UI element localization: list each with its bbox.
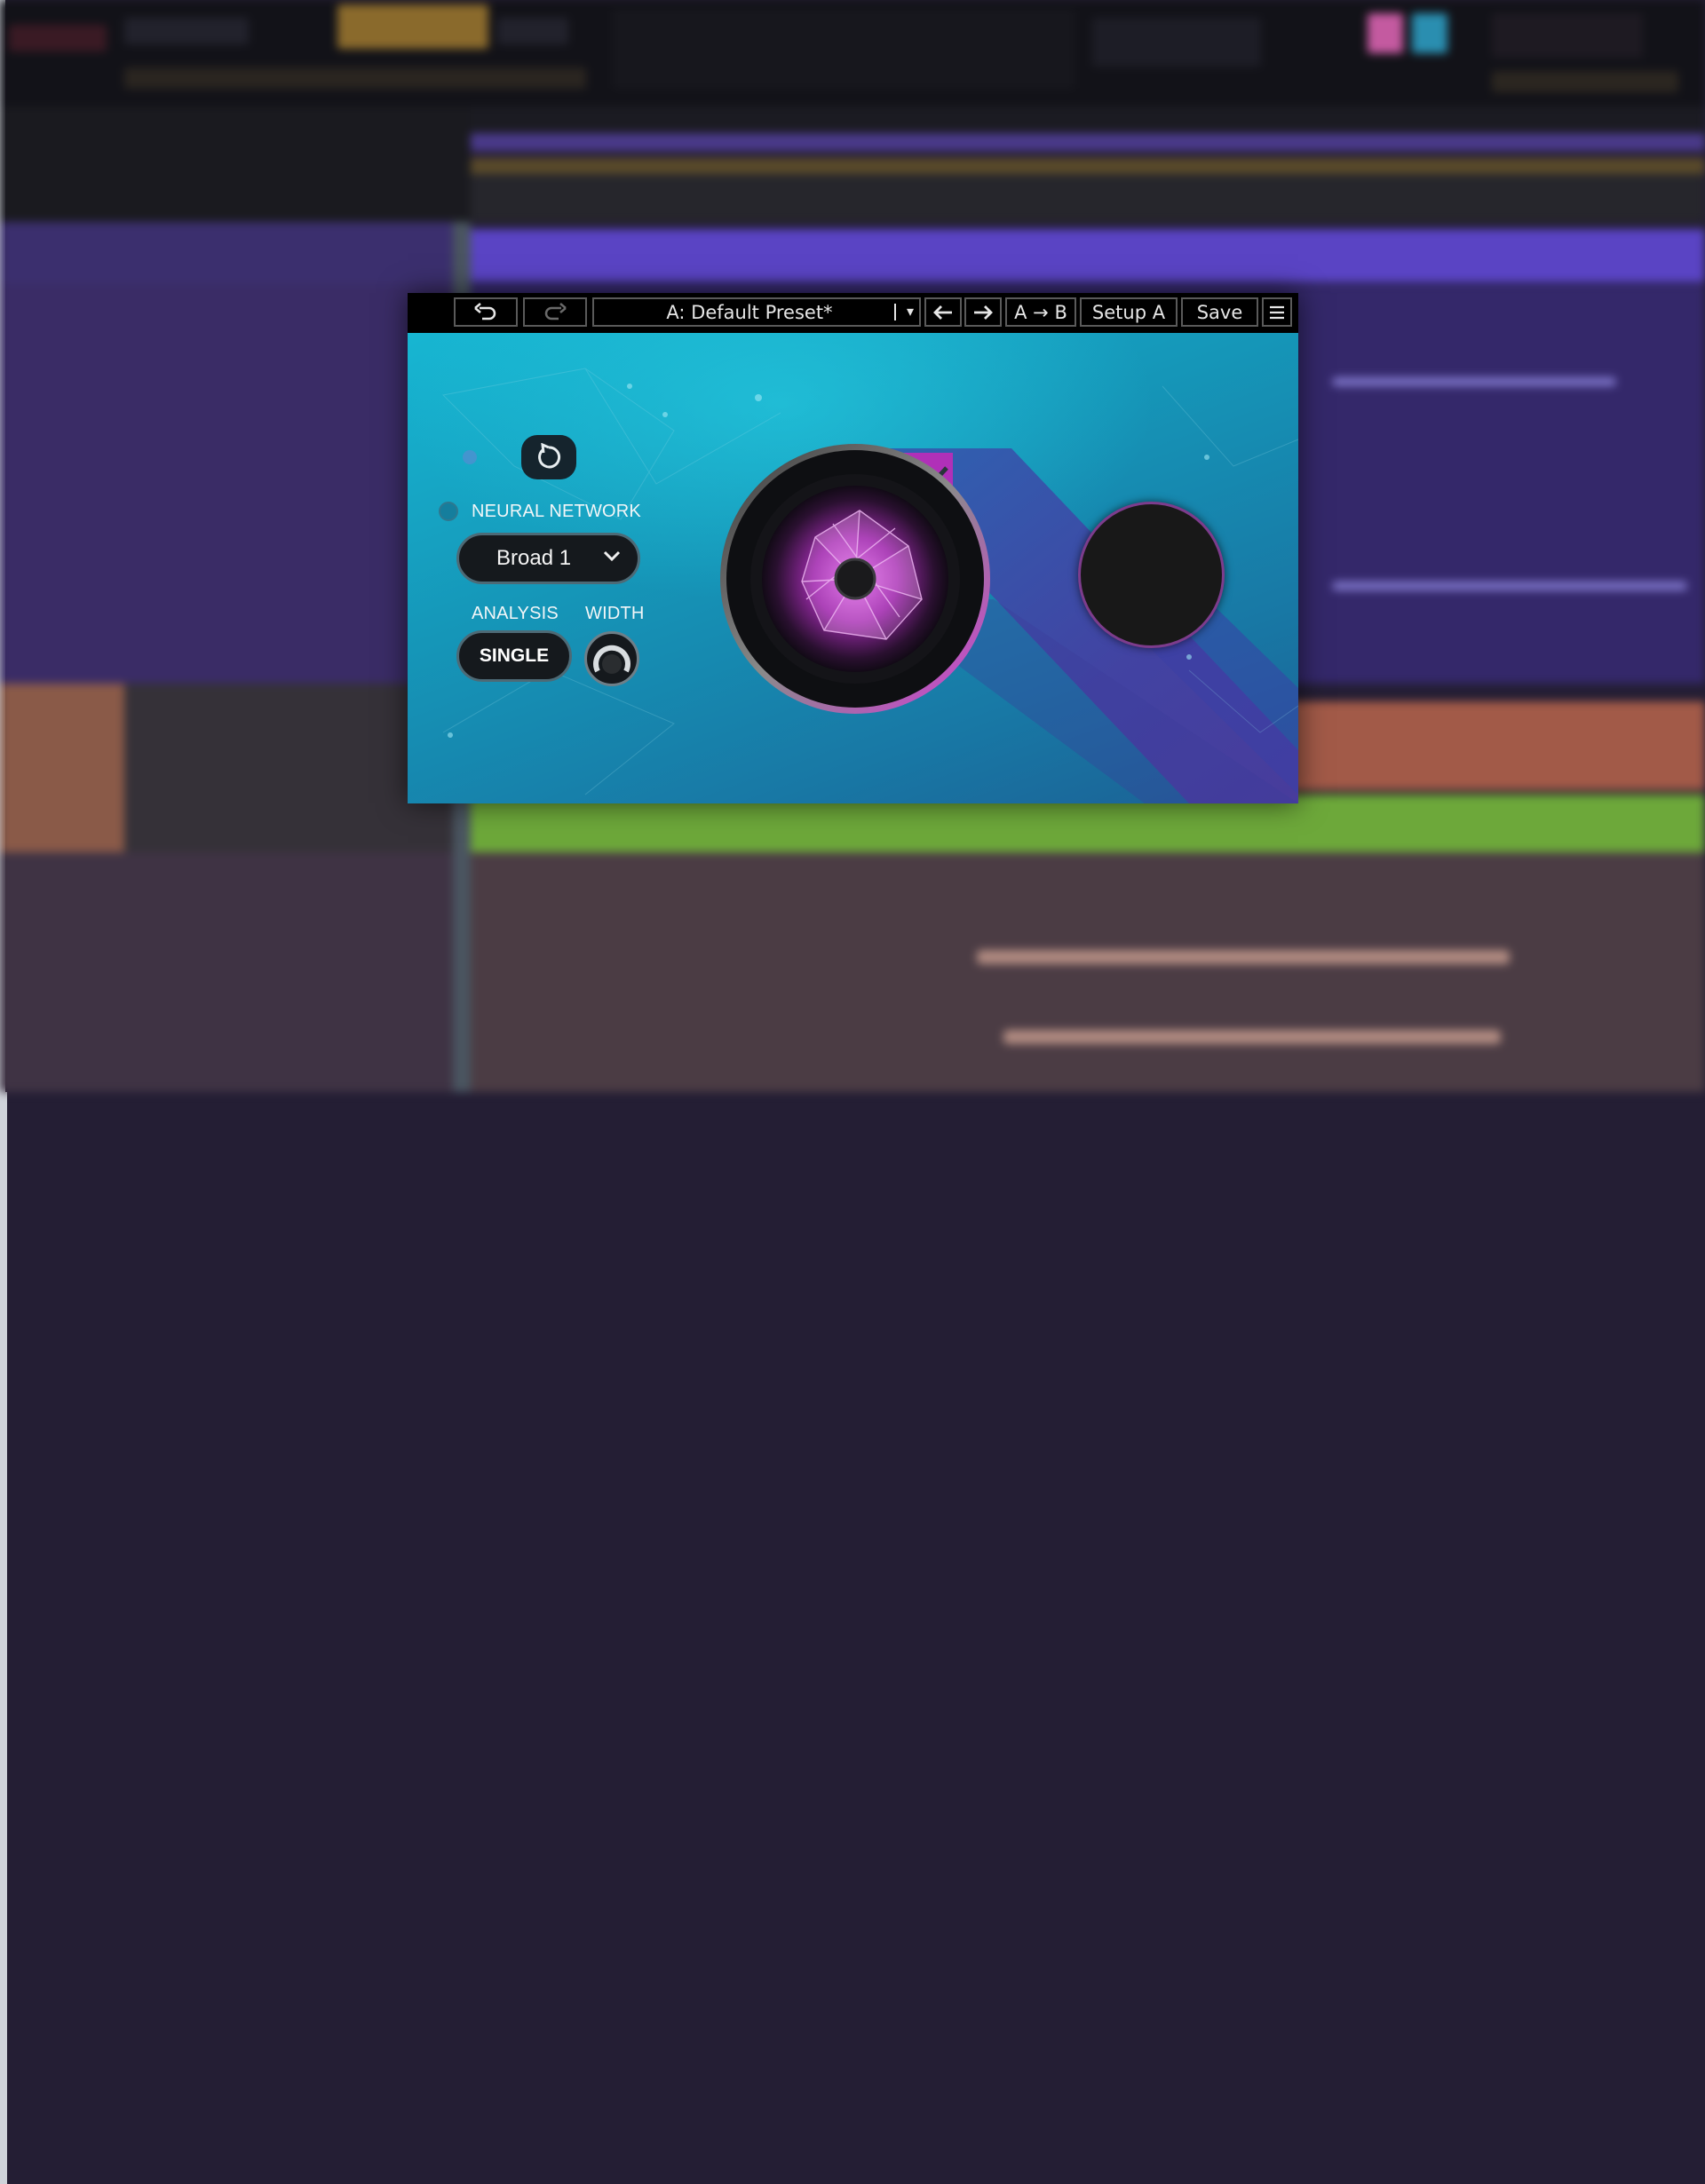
neural-network-label: NEURAL NETWORK: [472, 502, 641, 521]
daw-timeline-ruler: [471, 107, 1705, 133]
copy-a-to-b-button[interactable]: A → B: [1005, 297, 1076, 327]
save-button[interactable]: Save: [1181, 297, 1258, 327]
daw-track-header: [0, 484, 471, 684]
daw-toolbar-block: [497, 18, 568, 44]
arrow-right-icon: [974, 305, 993, 320]
daw-toolbar-block: [9, 25, 107, 51]
daw-toolbar-block: [1412, 13, 1447, 53]
daw-waveform: [1003, 1030, 1501, 1044]
daw-toolbar-block: [337, 4, 488, 49]
daw-track-lane: [471, 852, 1705, 1092]
setup-toggle-button[interactable]: Setup A: [1080, 297, 1178, 327]
chevron-down-icon: [603, 550, 621, 562]
neural-network-icon: [439, 502, 458, 521]
analysis-mode-value: SINGLE: [479, 645, 550, 666]
daw-track-lane: [471, 229, 1705, 282]
reset-button[interactable]: [521, 435, 576, 479]
plugin-panel: NEURAL NETWORK Broad 1 ANALYSIS WIDTH SI…: [408, 333, 1298, 803]
width-knob[interactable]: [584, 631, 639, 686]
plugin-window: A: Default Preset* ▾ A → B Setup A Save: [408, 293, 1298, 803]
plugin-titlebar: A: Default Preset* ▾ A → B Setup A Save: [408, 293, 1298, 333]
daw-track-header: [0, 284, 471, 484]
next-preset-button[interactable]: [964, 297, 1002, 327]
daw-waveform: [1332, 377, 1616, 386]
caret-down-icon: ▾: [906, 303, 914, 320]
daw-inspector: [0, 107, 471, 222]
preset-divider: [894, 304, 896, 320]
hamburger-menu-icon: [1270, 305, 1284, 319]
neural-network-dropdown[interactable]: Broad 1: [456, 533, 640, 584]
redo-button[interactable]: [523, 297, 587, 327]
preset-name: A: Default Preset*: [666, 301, 833, 323]
daw-track-header: [0, 684, 124, 852]
redo-icon: [544, 302, 567, 320]
undo-button[interactable]: [454, 297, 518, 327]
copy-a-to-b-label: A → B: [1014, 301, 1067, 323]
main-amount-dial[interactable]: [718, 439, 993, 715]
analysis-label: ANALYSIS: [472, 604, 559, 623]
daw-waveform: [977, 950, 1510, 964]
window-frame-right: [0, 1092, 7, 2184]
undo-icon: [474, 302, 496, 320]
save-label: Save: [1196, 301, 1243, 323]
daw-track-header: [0, 222, 471, 284]
width-knob-indicator: [593, 645, 630, 674]
arrow-left-icon: [933, 305, 952, 320]
daw-transport: [613, 9, 1075, 89]
preset-selector[interactable]: A: Default Preset* ▾: [592, 297, 921, 327]
refresh-icon: [538, 443, 561, 469]
daw-toolbar-block: [124, 67, 586, 89]
menu-button[interactable]: [1262, 297, 1292, 327]
output-gain-knob[interactable]: [1078, 502, 1225, 648]
neural-network-value: Broad 1: [496, 546, 572, 570]
setup-label: Setup A: [1091, 301, 1166, 323]
daw-empty-lane: [471, 174, 1705, 222]
daw-toolbar-block: [1368, 13, 1403, 53]
width-label: WIDTH: [585, 604, 645, 623]
daw-toolbar-block: [1092, 18, 1261, 67]
daw-toolbar-block: [1492, 13, 1643, 58]
daw-waveform: [1332, 582, 1687, 590]
daw-toolbar-block: [124, 18, 249, 44]
daw-tempo-lane: [471, 158, 1705, 174]
daw-toolbar-block: [1492, 71, 1678, 92]
previous-preset-button[interactable]: [924, 297, 962, 327]
daw-marker-lane: [471, 133, 1705, 151]
analysis-mode-button[interactable]: SINGLE: [456, 630, 572, 682]
daw-track-header: [0, 852, 471, 1092]
